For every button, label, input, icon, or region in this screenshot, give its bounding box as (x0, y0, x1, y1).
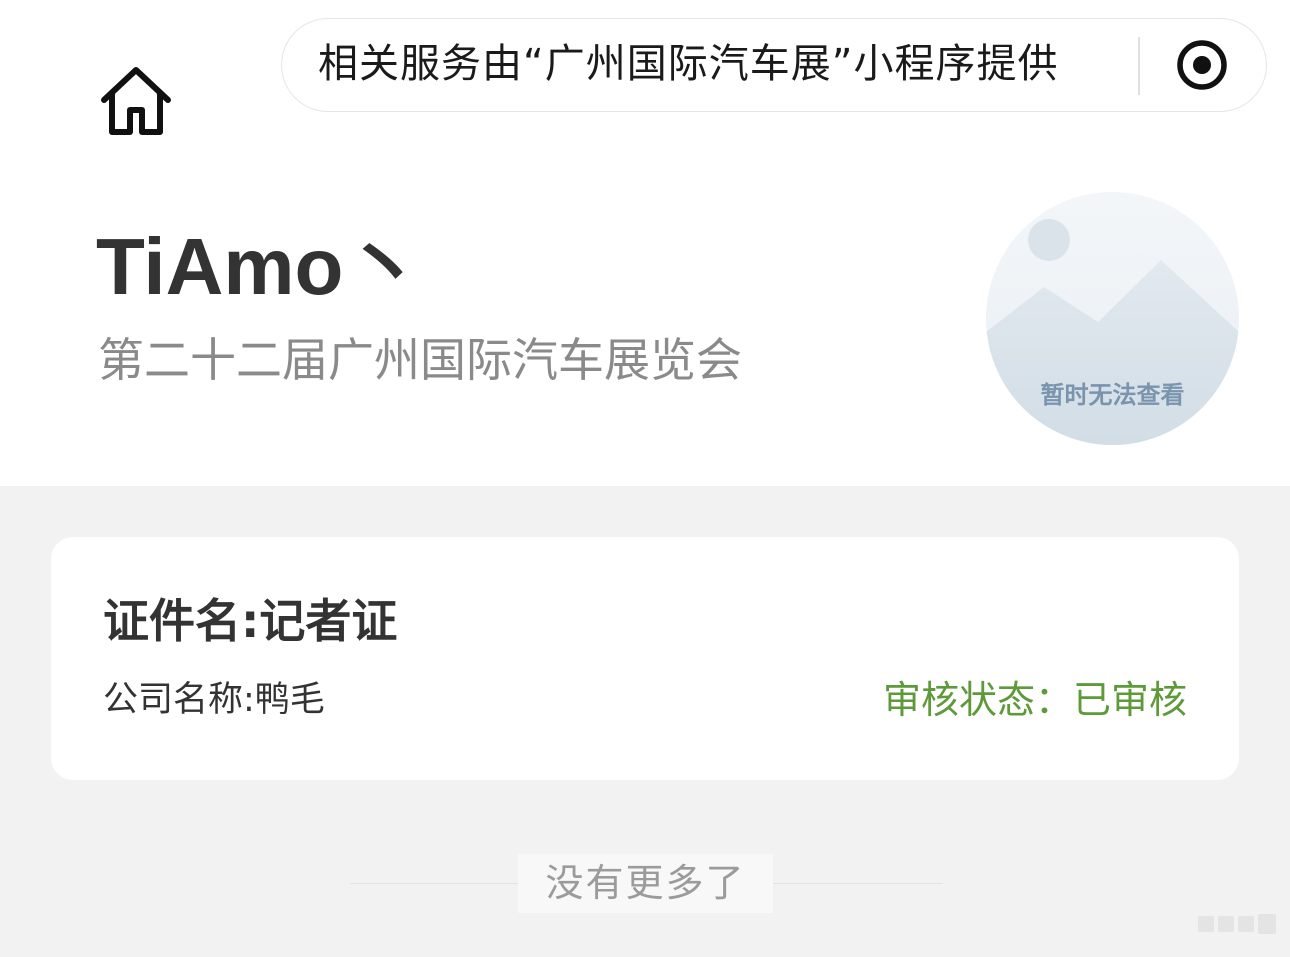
service-provider-text: 相关服务由“广州国际汽车展”小程序提供 (318, 41, 1059, 87)
home-icon (101, 67, 171, 135)
target-icon (1177, 40, 1227, 90)
event-name: 第二十二届广州国际汽车展览会 (98, 333, 742, 387)
profile-header: 相关服务由“广州国际汽车展”小程序提供 TiAmo丶 第二十二届广州国际汽车展览… (0, 0, 1290, 486)
home-button[interactable] (96, 62, 176, 140)
no-more-label: 没有更多了 (518, 854, 773, 913)
review-status: 审核状态：已审核 (882, 678, 1187, 722)
mini-program-capsule: 相关服务由“广州国际汽车展”小程序提供 (281, 18, 1267, 112)
watermark-icon (1198, 914, 1276, 934)
avatar-unavailable-caption: 暂时无法查看 (1040, 381, 1185, 409)
credential-card[interactable]: 证件名:记者证 公司名称:鸭毛 审核状态：已审核 (51, 537, 1239, 780)
company-name: 公司名称:鸭毛 (103, 680, 325, 720)
credential-title: 证件名:记者证 (103, 594, 398, 648)
avatar[interactable]: 暂时无法查看 (986, 192, 1239, 445)
capsule-divider (1138, 37, 1140, 95)
user-name: TiAmo丶 (96, 222, 424, 311)
capsule-close-button[interactable] (1172, 35, 1232, 95)
